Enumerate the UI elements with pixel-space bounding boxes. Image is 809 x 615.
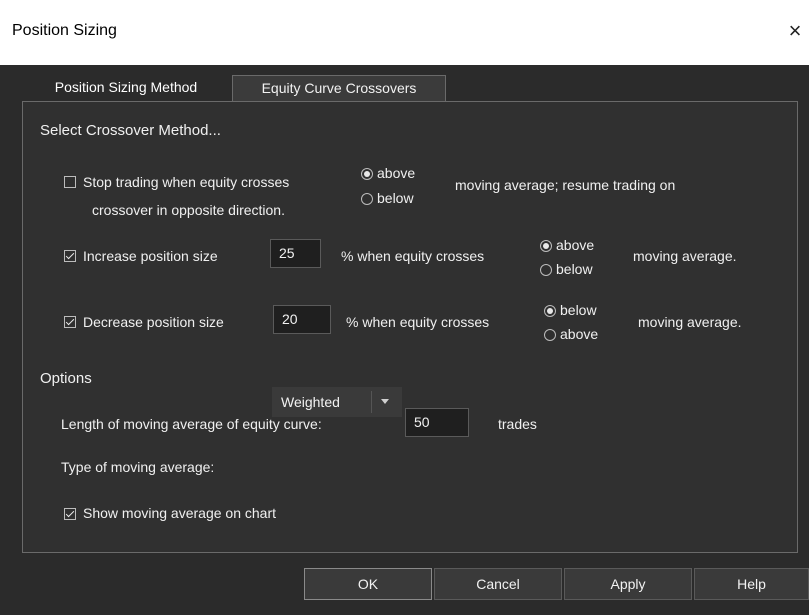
increase-radio-above-label: above <box>556 237 595 253</box>
dialog-body: Position Sizing Method Equity Curve Cros… <box>0 65 809 615</box>
apply-button[interactable]: Apply <box>564 568 692 600</box>
decrease-radio-above[interactable] <box>544 329 556 341</box>
increase-mid-text: % when equity crosses <box>341 248 485 264</box>
close-icon[interactable]: × <box>783 18 807 44</box>
tab-equity-curve-crossovers[interactable]: Equity Curve Crossovers <box>232 75 446 101</box>
decrease-mid-text: % when equity crosses <box>346 314 490 330</box>
decrease-radio-below[interactable] <box>544 305 556 317</box>
stop-trading-label: Stop trading when equity crosses <box>83 174 290 190</box>
ma-length-unit: trades <box>498 416 537 432</box>
increase-radio-below[interactable] <box>540 264 552 276</box>
increase-radio-below-label: below <box>556 261 593 277</box>
increase-position-label: Increase position size <box>83 248 218 264</box>
decrease-radio-above-label: above <box>560 326 599 342</box>
ma-type-select-value: Weighted <box>281 394 340 410</box>
increase-position-checkbox[interactable] <box>64 250 76 262</box>
tab-panel: Select Crossover Method... Stop trading … <box>22 101 798 553</box>
ok-button[interactable]: OK <box>304 568 432 600</box>
ma-type-label: Type of moving average: <box>61 459 215 475</box>
decrease-position-label: Decrease position size <box>83 314 224 330</box>
show-ma-checkbox[interactable] <box>64 508 76 520</box>
options-heading: Options <box>40 370 92 387</box>
ma-length-label: Length of moving average of equity curve… <box>61 416 322 432</box>
window-title: Position Sizing <box>12 22 117 39</box>
ma-length-input[interactable]: 50 <box>405 408 469 437</box>
select-separator <box>371 391 372 413</box>
chevron-down-icon <box>381 399 389 404</box>
stop-trading-radio-above[interactable] <box>361 168 373 180</box>
title-bar: Position Sizing × <box>0 0 809 65</box>
crossover-method-heading: Select Crossover Method... <box>40 122 221 139</box>
decrease-suffix: moving average. <box>638 314 742 330</box>
show-ma-label: Show moving average on chart <box>83 505 276 521</box>
decrease-position-checkbox[interactable] <box>64 316 76 328</box>
stop-trading-radio-above-label: above <box>377 165 416 181</box>
help-button[interactable]: Help <box>694 568 809 600</box>
stop-trading-radio-below-label: below <box>377 190 414 206</box>
stop-trading-suffix: moving average; resume trading on <box>455 177 676 193</box>
stop-trading-radio-below[interactable] <box>361 193 373 205</box>
stop-trading-checkbox[interactable] <box>64 176 76 188</box>
cancel-button[interactable]: Cancel <box>434 568 562 600</box>
ma-type-select[interactable]: Weighted <box>272 387 402 417</box>
stop-trading-label-line2: crossover in opposite direction. <box>92 202 285 218</box>
decrease-radio-below-label: below <box>560 302 597 318</box>
increase-percent-input[interactable]: 25 <box>270 239 321 268</box>
increase-suffix: moving average. <box>633 248 737 264</box>
decrease-percent-input[interactable]: 20 <box>273 305 331 334</box>
tab-position-sizing-method[interactable]: Position Sizing Method <box>22 73 230 101</box>
increase-radio-above[interactable] <box>540 240 552 252</box>
